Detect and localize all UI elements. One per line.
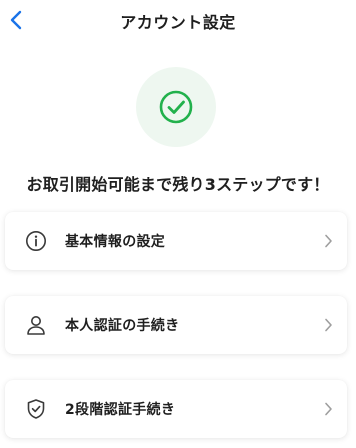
- page-title: アカウント設定: [120, 13, 236, 32]
- step-card-two-factor-auth[interactable]: 2段階認証手続き: [5, 380, 347, 438]
- check-circle-icon: [159, 90, 193, 124]
- step-card-basic-info[interactable]: 基本情報の設定: [5, 212, 347, 270]
- shield-check-icon: [24, 397, 48, 421]
- step-card-identity-verification[interactable]: 本人認証の手続き: [5, 296, 347, 354]
- person-icon: [24, 313, 48, 337]
- remaining-steps-message: お取引開始可能まで残り3ステップです！: [26, 175, 330, 194]
- step-label: 本人認証の手続き: [65, 318, 180, 334]
- status-check-badge: [136, 67, 216, 147]
- step-label: 基本情報の設定: [65, 234, 166, 250]
- chevron-right-icon: [323, 317, 333, 333]
- header: アカウント設定: [0, 0, 356, 42]
- chevron-right-icon: [323, 401, 333, 417]
- step-label: 2段階認証手続き: [65, 402, 176, 418]
- info-icon: [24, 229, 48, 253]
- chevron-right-icon: [323, 233, 333, 249]
